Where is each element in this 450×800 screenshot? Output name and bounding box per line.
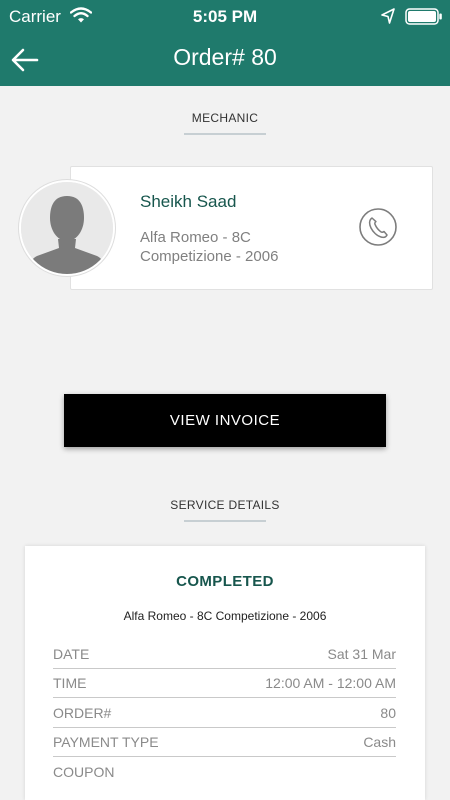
detail-value: 80 [380, 705, 396, 721]
person-silhouette-icon [21, 182, 113, 274]
location-arrow-icon [381, 8, 395, 29]
detail-value: Cash [363, 734, 396, 750]
view-invoice-button[interactable]: VIEW INVOICE [64, 394, 386, 447]
call-button[interactable] [358, 207, 398, 247]
mechanic-car-line2: Competizione - 2006 [140, 248, 279, 265]
detail-row-order: ORDER# 80 [53, 701, 396, 728]
detail-row-time: TIME 12:00 AM - 12:00 AM [53, 671, 396, 698]
detail-value: 12:00 AM - 12:00 AM [265, 675, 396, 691]
order-status: COMPLETED [176, 573, 274, 590]
battery-icon [405, 8, 443, 30]
avatar [19, 180, 115, 276]
mechanic-section-underline [184, 133, 266, 135]
detail-row-date: DATE Sat 31 Mar [53, 642, 396, 669]
phone-icon [359, 208, 397, 246]
detail-value: Sat 31 Mar [327, 646, 396, 662]
page-title: Order# 80 [173, 44, 277, 70]
detail-label: PAYMENT TYPE [53, 734, 159, 750]
detail-label: ORDER# [53, 705, 112, 721]
mechanic-section-title: MECHANIC [191, 111, 259, 125]
status-bar: Carrier 5:05 PM [0, 0, 450, 34]
detail-row-coupon: COUPON [53, 760, 396, 786]
mechanic-name: Sheikh Saad [140, 192, 237, 211]
detail-label: TIME [53, 675, 87, 691]
service-section-underline [184, 520, 266, 522]
detail-label: DATE [53, 646, 90, 662]
nav-bar: Order# 80 [0, 34, 450, 86]
mechanic-car: Alfa Romeo - 8C Competizione - 2006 [140, 228, 310, 266]
detail-label: COUPON [53, 764, 115, 780]
service-section-title: SERVICE DETAILS [170, 498, 280, 512]
detail-row-payment-type: PAYMENT TYPE Cash [53, 730, 396, 757]
service-car: Alfa Romeo - 8C Competizione - 2006 [123, 609, 327, 623]
mechanic-car-line1: Alfa Romeo - 8C [140, 229, 251, 246]
